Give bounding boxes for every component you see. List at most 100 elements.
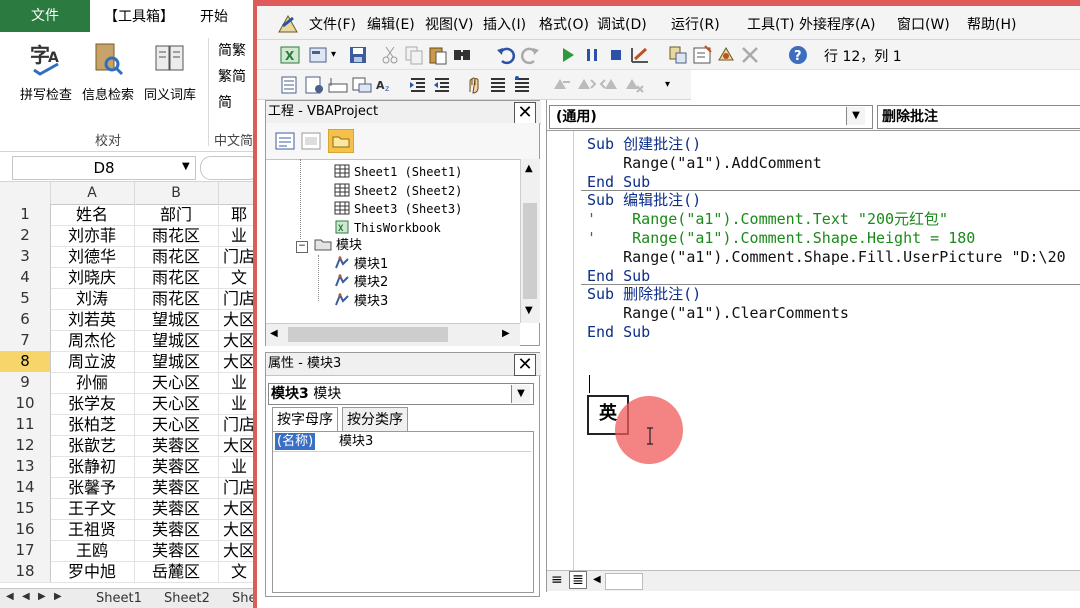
full-module-view-icon[interactable]: ≣ xyxy=(569,571,587,589)
object-selector-dropdown-icon[interactable]: ▼ xyxy=(511,385,530,403)
row-header[interactable]: 8 xyxy=(0,351,51,372)
name-box[interactable]: D8 xyxy=(12,156,196,180)
cell-a[interactable]: 王祖贤 xyxy=(50,519,135,540)
collapse-toggle-icon[interactable]: − xyxy=(296,241,308,253)
view-code-icon[interactable] xyxy=(274,131,296,151)
tab-home[interactable]: 开始 xyxy=(200,4,228,30)
menu-item[interactable]: 插入(I) xyxy=(483,14,526,34)
select-all-corner[interactable] xyxy=(0,182,51,204)
cell-a[interactable]: 刘涛 xyxy=(50,288,135,309)
menu-item[interactable]: 格式(O) xyxy=(539,14,589,34)
code-horizontal-scrollbar[interactable]: ≡ ≣ ◀ xyxy=(547,570,1080,591)
procedure-view-icon[interactable]: ≡ xyxy=(551,572,563,588)
design-mode-icon[interactable] xyxy=(629,44,651,66)
menu-item[interactable]: 外接程序(A) xyxy=(799,14,876,34)
table-row[interactable]: 11 张柏芝 天心区 门店 xyxy=(0,414,260,436)
cell-a[interactable]: 周杰伦 xyxy=(50,330,135,351)
menu-item[interactable]: 文件(F) xyxy=(309,14,356,34)
cell-b[interactable]: 芙蓉区 xyxy=(134,498,219,519)
cell-a[interactable]: 刘若英 xyxy=(50,309,135,330)
code-line[interactable]: End Sub xyxy=(587,323,650,342)
cell-b[interactable]: 芙蓉区 xyxy=(134,519,219,540)
table-row[interactable]: 1 姓名 部门耶 xyxy=(0,204,260,226)
cell-b[interactable]: 岳麓区 xyxy=(134,561,219,582)
cell-b[interactable]: 天心区 xyxy=(134,393,219,414)
name-box-dropdown-icon[interactable]: ▼ xyxy=(182,156,190,178)
table-row[interactable]: 14 张馨予 芙蓉区 门店 xyxy=(0,477,260,499)
undo-icon[interactable] xyxy=(495,44,517,66)
cell-b[interactable]: 雨花区 xyxy=(134,225,219,246)
close-properties-button[interactable]: ✕ xyxy=(514,354,536,376)
cell-a[interactable]: 孙俪 xyxy=(50,372,135,393)
cell-a[interactable]: 张学友 xyxy=(50,393,135,414)
cell-a[interactable]: 刘亦菲 xyxy=(50,225,135,246)
formula-controls[interactable] xyxy=(200,156,260,180)
run-icon[interactable] xyxy=(557,44,579,66)
row-header[interactable]: 18 xyxy=(0,561,51,582)
cell-a[interactable]: 张歆艺 xyxy=(50,435,135,456)
previous-bookmark-icon[interactable] xyxy=(599,74,621,96)
spell-check-button[interactable]: 字 A 拼写检查 xyxy=(16,40,76,103)
tree-node-folder[interactable]: − 模块 xyxy=(296,237,362,255)
table-row[interactable]: 10 张学友 天心区业 xyxy=(0,393,260,415)
trad-simp-button[interactable]: 简繁 xyxy=(218,40,246,60)
object-combo-dropdown-icon[interactable]: ▼ xyxy=(846,107,865,125)
complete-word-icon[interactable]: Az xyxy=(375,74,397,96)
cell-b[interactable]: 芙蓉区 xyxy=(134,435,219,456)
paste-icon[interactable] xyxy=(427,44,449,66)
row-header[interactable]: 13 xyxy=(0,456,51,477)
cell-a[interactable]: 罗中旭 xyxy=(50,561,135,582)
cell-b[interactable]: 天心区 xyxy=(134,414,219,435)
row-header[interactable]: 14 xyxy=(0,477,51,498)
tree-node-module[interactable]: 模块2 xyxy=(334,273,388,292)
break-icon[interactable] xyxy=(581,44,603,66)
cell-b[interactable]: 芙蓉区 xyxy=(134,477,219,498)
save-icon[interactable] xyxy=(347,44,369,66)
code-line[interactable]: End Sub xyxy=(587,267,650,286)
properties-grid[interactable]: (名称) 模块3 xyxy=(272,431,534,593)
menu-item[interactable]: 窗口(W) xyxy=(897,14,950,34)
tree-node-sheet[interactable]: Sheet1 (Sheet1) xyxy=(334,163,462,181)
next-sheet-icon[interactable]: ▶ xyxy=(38,591,46,602)
simp-button[interactable]: 简 xyxy=(218,92,232,112)
row-header[interactable]: 7 xyxy=(0,330,51,351)
row-header[interactable]: 17 xyxy=(0,540,51,561)
scroll-up-icon[interactable]: ▲ xyxy=(525,163,533,174)
cell-b[interactable]: 望城区 xyxy=(134,309,219,330)
project-explorer-icon[interactable] xyxy=(667,44,689,66)
table-row[interactable]: 16 王祖贤 芙蓉区 大区 xyxy=(0,519,260,541)
simp-trad-button[interactable]: 繁简 xyxy=(218,66,246,86)
code-line[interactable]: Sub 创建批注() xyxy=(587,135,701,154)
tab-alphabetic[interactable]: 按字母序 xyxy=(272,407,338,432)
cell-a[interactable]: 姓名 xyxy=(50,204,135,225)
close-project-explorer-button[interactable]: ✕ xyxy=(514,102,536,124)
table-row[interactable]: 6 刘若英 望城区 大区 xyxy=(0,309,260,331)
project-tree[interactable]: Sheet1 (Sheet1) Sheet2 (Sheet2) Sheet3 (Sh… xyxy=(266,159,520,323)
table-row[interactable]: 3 刘德华 雨花区 门店 xyxy=(0,246,260,268)
indent-icon[interactable] xyxy=(407,74,429,96)
cell-a[interactable]: 刘德华 xyxy=(50,246,135,267)
row-header[interactable]: 5 xyxy=(0,288,51,309)
code-line[interactable]: Sub 编辑批注() xyxy=(587,191,701,210)
scroll-thumb[interactable] xyxy=(605,573,643,590)
toggle-folders-icon[interactable] xyxy=(328,129,354,153)
scroll-thumb[interactable] xyxy=(288,327,448,342)
column-header-b[interactable]: B xyxy=(134,182,219,204)
excel-view-icon[interactable]: X xyxy=(279,44,301,66)
table-row[interactable]: 7 周杰伦 望城区 大区 xyxy=(0,330,260,352)
tree-node-sheet[interactable]: Sheet3 (Sheet3) xyxy=(334,200,462,218)
cell-a[interactable]: 张柏芝 xyxy=(50,414,135,435)
parameter-info-icon[interactable] xyxy=(351,74,373,96)
table-row[interactable]: 12 张歆艺 芙蓉区 大区 xyxy=(0,435,260,457)
code-line[interactable]: ' Range("a1").Comment.Shape.Height = 180 xyxy=(587,229,975,248)
table-row[interactable]: 15 王子文 芙蓉区 大区 xyxy=(0,498,260,520)
toggle-breakpoint-icon[interactable] xyxy=(463,74,485,96)
outdent-icon[interactable] xyxy=(431,74,453,96)
code-editor[interactable]: Sub 创建批注() Range("a1").AddComment End Sub… xyxy=(547,130,1080,571)
cell-a[interactable]: 刘晓庆 xyxy=(50,267,135,288)
tree-node-sheet[interactable]: Sheet2 (Sheet2) xyxy=(334,182,462,200)
sheet-tab-2[interactable]: Sheet2 xyxy=(164,591,210,607)
object-browser-icon[interactable] xyxy=(715,44,737,66)
object-selector[interactable]: 模块3 模块 ▼ xyxy=(268,383,534,405)
row-header[interactable]: 10 xyxy=(0,393,51,414)
